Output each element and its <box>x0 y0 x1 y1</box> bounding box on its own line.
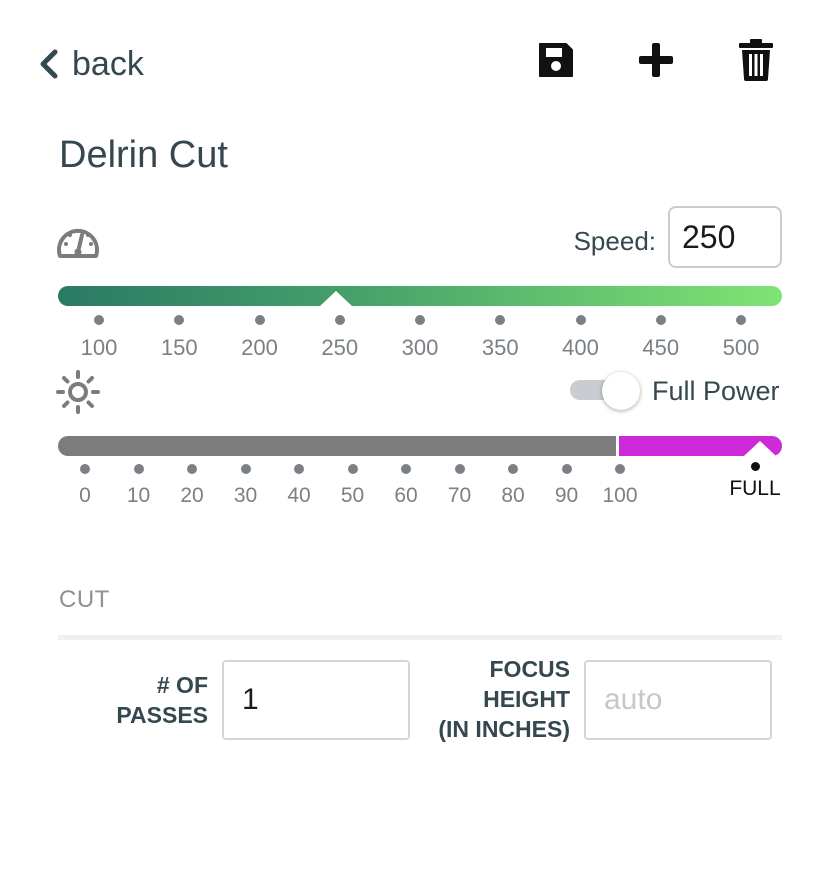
speed-tick: 450 <box>631 315 691 361</box>
power-tick-full: FULL <box>724 462 786 501</box>
power-track-range <box>58 436 616 456</box>
tick-dot <box>347 464 358 474</box>
power-tick: 0 <box>55 464 115 508</box>
tick-dot <box>561 464 572 474</box>
back-button[interactable]: back <box>38 40 144 88</box>
save-icon[interactable] <box>534 36 578 84</box>
tick-label: 450 <box>642 335 680 360</box>
speed-slider[interactable] <box>58 286 782 306</box>
tick-dot <box>454 464 465 474</box>
speed-tick: 350 <box>470 315 530 361</box>
plus-icon[interactable] <box>634 36 678 84</box>
power-slider[interactable] <box>58 436 782 456</box>
tick-dot <box>615 464 625 474</box>
tick-label: 200 <box>241 335 278 360</box>
back-label: back <box>72 44 144 83</box>
tick-label: 60 <box>394 484 418 507</box>
tick-dot <box>174 315 185 325</box>
sun-icon <box>56 370 100 414</box>
speedometer-icon <box>57 228 99 258</box>
page-title: Delrin Cut <box>59 134 228 176</box>
speed-tick: 500 <box>711 315 771 361</box>
tick-dot <box>750 462 760 471</box>
section-title-cut: CUT <box>59 586 110 613</box>
speed-slider-thumb[interactable] <box>320 291 352 306</box>
tick-label: 400 <box>562 335 599 360</box>
tick-label: 90 <box>554 484 579 507</box>
tick-dot <box>294 464 304 474</box>
tick-dot <box>575 315 586 325</box>
tick-label: 80 <box>501 484 525 507</box>
tick-dot <box>495 315 506 325</box>
tick-dot <box>401 464 411 474</box>
tick-dot <box>508 464 518 474</box>
passes-label: # OF PASSES <box>116 672 208 728</box>
power-tick: 100 <box>590 464 650 508</box>
speed-tick: 200 <box>230 315 290 361</box>
passes-input[interactable] <box>222 660 410 740</box>
speed-input[interactable] <box>668 206 782 268</box>
power-tick: 30 <box>216 464 276 508</box>
tick-dot <box>736 315 746 325</box>
tick-dot <box>254 315 265 325</box>
tick-label: 100 <box>80 335 118 360</box>
tick-label: 250 <box>321 335 359 360</box>
full-power-label: Full Power <box>652 376 780 406</box>
tick-label: 70 <box>447 484 472 507</box>
power-tick: 80 <box>483 464 543 508</box>
tick-label: 50 <box>340 484 365 507</box>
power-tick: 90 <box>537 464 597 508</box>
speed-label: Speed: <box>573 226 656 256</box>
full-power-toggle[interactable] <box>570 372 640 412</box>
power-tick: 70 <box>430 464 490 508</box>
speed-tick: 100 <box>69 315 129 361</box>
speed-tick: 150 <box>149 315 209 361</box>
tick-label: 100 <box>602 484 638 507</box>
tick-label: 0 <box>79 484 91 507</box>
power-tick: 50 <box>323 464 383 508</box>
tick-label: 30 <box>233 484 258 507</box>
tick-label: 300 <box>401 335 439 360</box>
speed-tick: 250 <box>310 315 370 361</box>
power-tick: 40 <box>269 464 329 508</box>
tick-dot <box>80 464 90 474</box>
tick-dot <box>655 315 666 325</box>
tick-label: 40 <box>287 484 311 507</box>
tick-label: 150 <box>160 335 198 360</box>
tick-label: 20 <box>180 484 204 507</box>
tick-label: 500 <box>722 335 760 360</box>
tick-dot <box>334 315 345 325</box>
power-tick: 10 <box>109 464 169 508</box>
tick-dot <box>240 464 251 474</box>
tick-dot <box>133 464 144 474</box>
speed-tick: 400 <box>551 315 611 361</box>
tick-dot <box>187 464 197 474</box>
toggle-knob <box>602 372 640 410</box>
focus-height-label: FOCUS HEIGHT (IN INCHES) <box>438 656 570 742</box>
tick-dot <box>415 315 425 325</box>
speed-tick: 300 <box>390 315 450 361</box>
chevron-left-icon <box>40 49 58 79</box>
power-slider-thumb[interactable] <box>744 441 776 456</box>
tick-label: 10 <box>126 484 151 507</box>
tick-dot <box>94 315 104 325</box>
focus-height-input[interactable] <box>584 660 772 740</box>
divider <box>58 635 782 640</box>
power-tick: 20 <box>162 464 222 508</box>
tick-label: 350 <box>481 335 519 360</box>
power-tick: 60 <box>376 464 436 508</box>
full-tick-label: FULL <box>729 477 781 500</box>
trash-icon[interactable] <box>734 36 778 84</box>
